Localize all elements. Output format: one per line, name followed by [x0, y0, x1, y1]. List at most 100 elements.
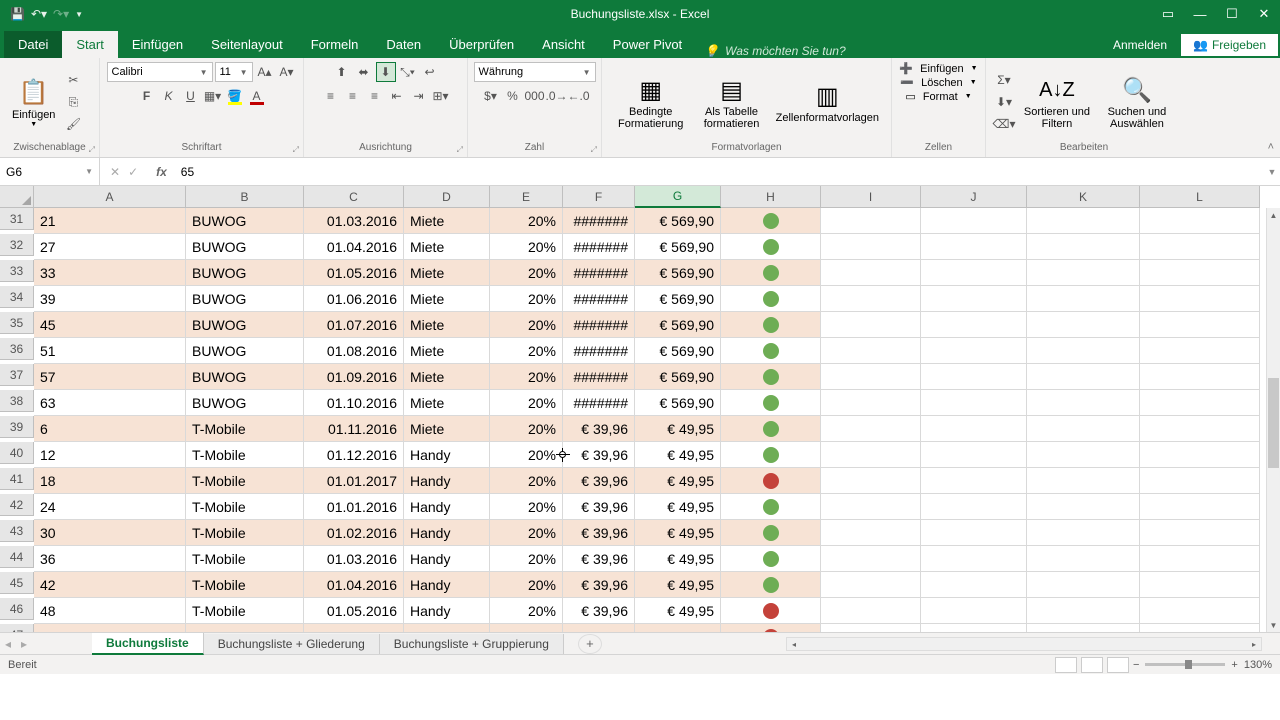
grow-font-button[interactable]: A▴ [255, 62, 275, 82]
cell-G45[interactable]: € 49,95 [635, 572, 721, 598]
horizontal-scrollbar[interactable]: ◂ ▸ [786, 637, 1262, 651]
launcher-icon[interactable]: ⤢ [591, 145, 597, 155]
cell-C47[interactable]: 01.06.2016 [304, 624, 404, 632]
cell-J38[interactable] [921, 390, 1027, 416]
cell-G38[interactable]: € 569,90 [635, 390, 721, 416]
row-header-42[interactable]: 42 [0, 494, 34, 516]
cell-K39[interactable] [1027, 416, 1140, 442]
row-header-44[interactable]: 44 [0, 546, 34, 568]
cell-I36[interactable] [821, 338, 921, 364]
cell-D43[interactable]: Handy [404, 520, 490, 546]
cell-F45[interactable]: € 39,96 [563, 572, 635, 598]
cell-D36[interactable]: Miete [404, 338, 490, 364]
cell-F44[interactable]: € 39,96 [563, 546, 635, 572]
align-left-button[interactable]: ≡ [321, 86, 341, 106]
cell-A40[interactable]: 12 [34, 442, 186, 468]
cell-B34[interactable]: BUWOG [186, 286, 304, 312]
row-header-38[interactable]: 38 [0, 390, 34, 412]
cell-D44[interactable]: Handy [404, 546, 490, 572]
cell-L40[interactable] [1140, 442, 1260, 468]
signin-link[interactable]: Anmelden [1099, 32, 1181, 58]
cell-K45[interactable] [1027, 572, 1140, 598]
cell-C40[interactable]: 01.12.2016 [304, 442, 404, 468]
cell-D41[interactable]: Handy [404, 468, 490, 494]
row-header-40[interactable]: 40 [0, 442, 34, 464]
cell-E40[interactable]: 20% [490, 442, 563, 468]
cell-F46[interactable]: € 39,96 [563, 598, 635, 624]
collapse-ribbon-icon[interactable]: ˄ [1268, 141, 1274, 153]
cell-L37[interactable] [1140, 364, 1260, 390]
cell-J31[interactable] [921, 208, 1027, 234]
align-middle-button[interactable]: ⬌ [354, 62, 374, 82]
cell-F41[interactable]: € 39,96 [563, 468, 635, 494]
cell-G42[interactable]: € 49,95 [635, 494, 721, 520]
cell-A37[interactable]: 57 [34, 364, 186, 390]
cell-B39[interactable]: T-Mobile [186, 416, 304, 442]
cell-D40[interactable]: Handy [404, 442, 490, 468]
cell-G35[interactable]: € 569,90 [635, 312, 721, 338]
increase-decimal-button[interactable]: .0→ [547, 86, 567, 106]
cell-I38[interactable] [821, 390, 921, 416]
cell-I31[interactable] [821, 208, 921, 234]
insert-cells-button[interactable]: Einfügen [920, 63, 963, 75]
cell-G34[interactable]: € 569,90 [635, 286, 721, 312]
comma-button[interactable]: 000 [525, 86, 545, 106]
cell-E34[interactable]: 20% [490, 286, 563, 312]
cell-C43[interactable]: 01.02.2016 [304, 520, 404, 546]
cell-J39[interactable] [921, 416, 1027, 442]
maximize-icon[interactable]: ☐ [1216, 0, 1248, 28]
ribbon-display-icon[interactable]: ▭ [1152, 0, 1184, 28]
cell-H41[interactable] [721, 468, 821, 494]
cell-G39[interactable]: € 49,95 [635, 416, 721, 442]
cell-L31[interactable] [1140, 208, 1260, 234]
cell-L36[interactable] [1140, 338, 1260, 364]
cell-E43[interactable]: 20% [490, 520, 563, 546]
bold-button[interactable]: F [137, 86, 157, 106]
cell-A31[interactable]: 21 [34, 208, 186, 234]
cell-H35[interactable] [721, 312, 821, 338]
tab-insert[interactable]: Einfügen [118, 31, 197, 58]
column-header-G[interactable]: G [635, 186, 721, 208]
cell-A33[interactable]: 33 [34, 260, 186, 286]
align-right-button[interactable]: ≡ [365, 86, 385, 106]
clear-button[interactable]: ⌫▾ [994, 114, 1014, 134]
cell-I47[interactable] [821, 624, 921, 632]
fill-color-button[interactable]: 🪣 [225, 86, 245, 106]
tab-data[interactable]: Daten [372, 31, 435, 58]
cell-H44[interactable] [721, 546, 821, 572]
format-table-button[interactable]: ▤Als Tabelle formatieren [695, 72, 767, 132]
cell-K33[interactable] [1027, 260, 1140, 286]
column-header-J[interactable]: J [921, 186, 1027, 208]
cell-E39[interactable]: 20% [490, 416, 563, 442]
cell-D42[interactable]: Handy [404, 494, 490, 520]
cell-E36[interactable]: 20% [490, 338, 563, 364]
cell-J36[interactable] [921, 338, 1027, 364]
cell-C34[interactable]: 01.06.2016 [304, 286, 404, 312]
cell-A34[interactable]: 39 [34, 286, 186, 312]
cell-F34[interactable]: ####### [563, 286, 635, 312]
formula-input[interactable]: 65 [175, 165, 1264, 179]
cell-J44[interactable] [921, 546, 1027, 572]
cell-F43[interactable]: € 39,96 [563, 520, 635, 546]
cell-J45[interactable] [921, 572, 1027, 598]
sheet-tab-3[interactable]: Buchungsliste + Gruppierung [380, 634, 564, 654]
cell-L34[interactable] [1140, 286, 1260, 312]
cell-E37[interactable]: 20% [490, 364, 563, 390]
sheet-nav-next-icon[interactable]: ▸ [16, 637, 32, 651]
zoom-in-button[interactable]: + [1231, 659, 1237, 671]
cancel-formula-icon[interactable]: ✕ [110, 165, 120, 179]
cell-H37[interactable] [721, 364, 821, 390]
cell-J46[interactable] [921, 598, 1027, 624]
tab-powerpivot[interactable]: Power Pivot [599, 31, 696, 58]
row-header-41[interactable]: 41 [0, 468, 34, 490]
tab-file[interactable]: Datei [4, 31, 62, 58]
cell-K47[interactable] [1027, 624, 1140, 632]
cell-D31[interactable]: Miete [404, 208, 490, 234]
cell-K41[interactable] [1027, 468, 1140, 494]
cell-G43[interactable]: € 49,95 [635, 520, 721, 546]
cell-J34[interactable] [921, 286, 1027, 312]
save-icon[interactable]: 💾 [10, 7, 25, 21]
cell-H31[interactable] [721, 208, 821, 234]
tab-layout[interactable]: Seitenlayout [197, 31, 297, 58]
fx-icon[interactable]: fx [148, 165, 175, 179]
